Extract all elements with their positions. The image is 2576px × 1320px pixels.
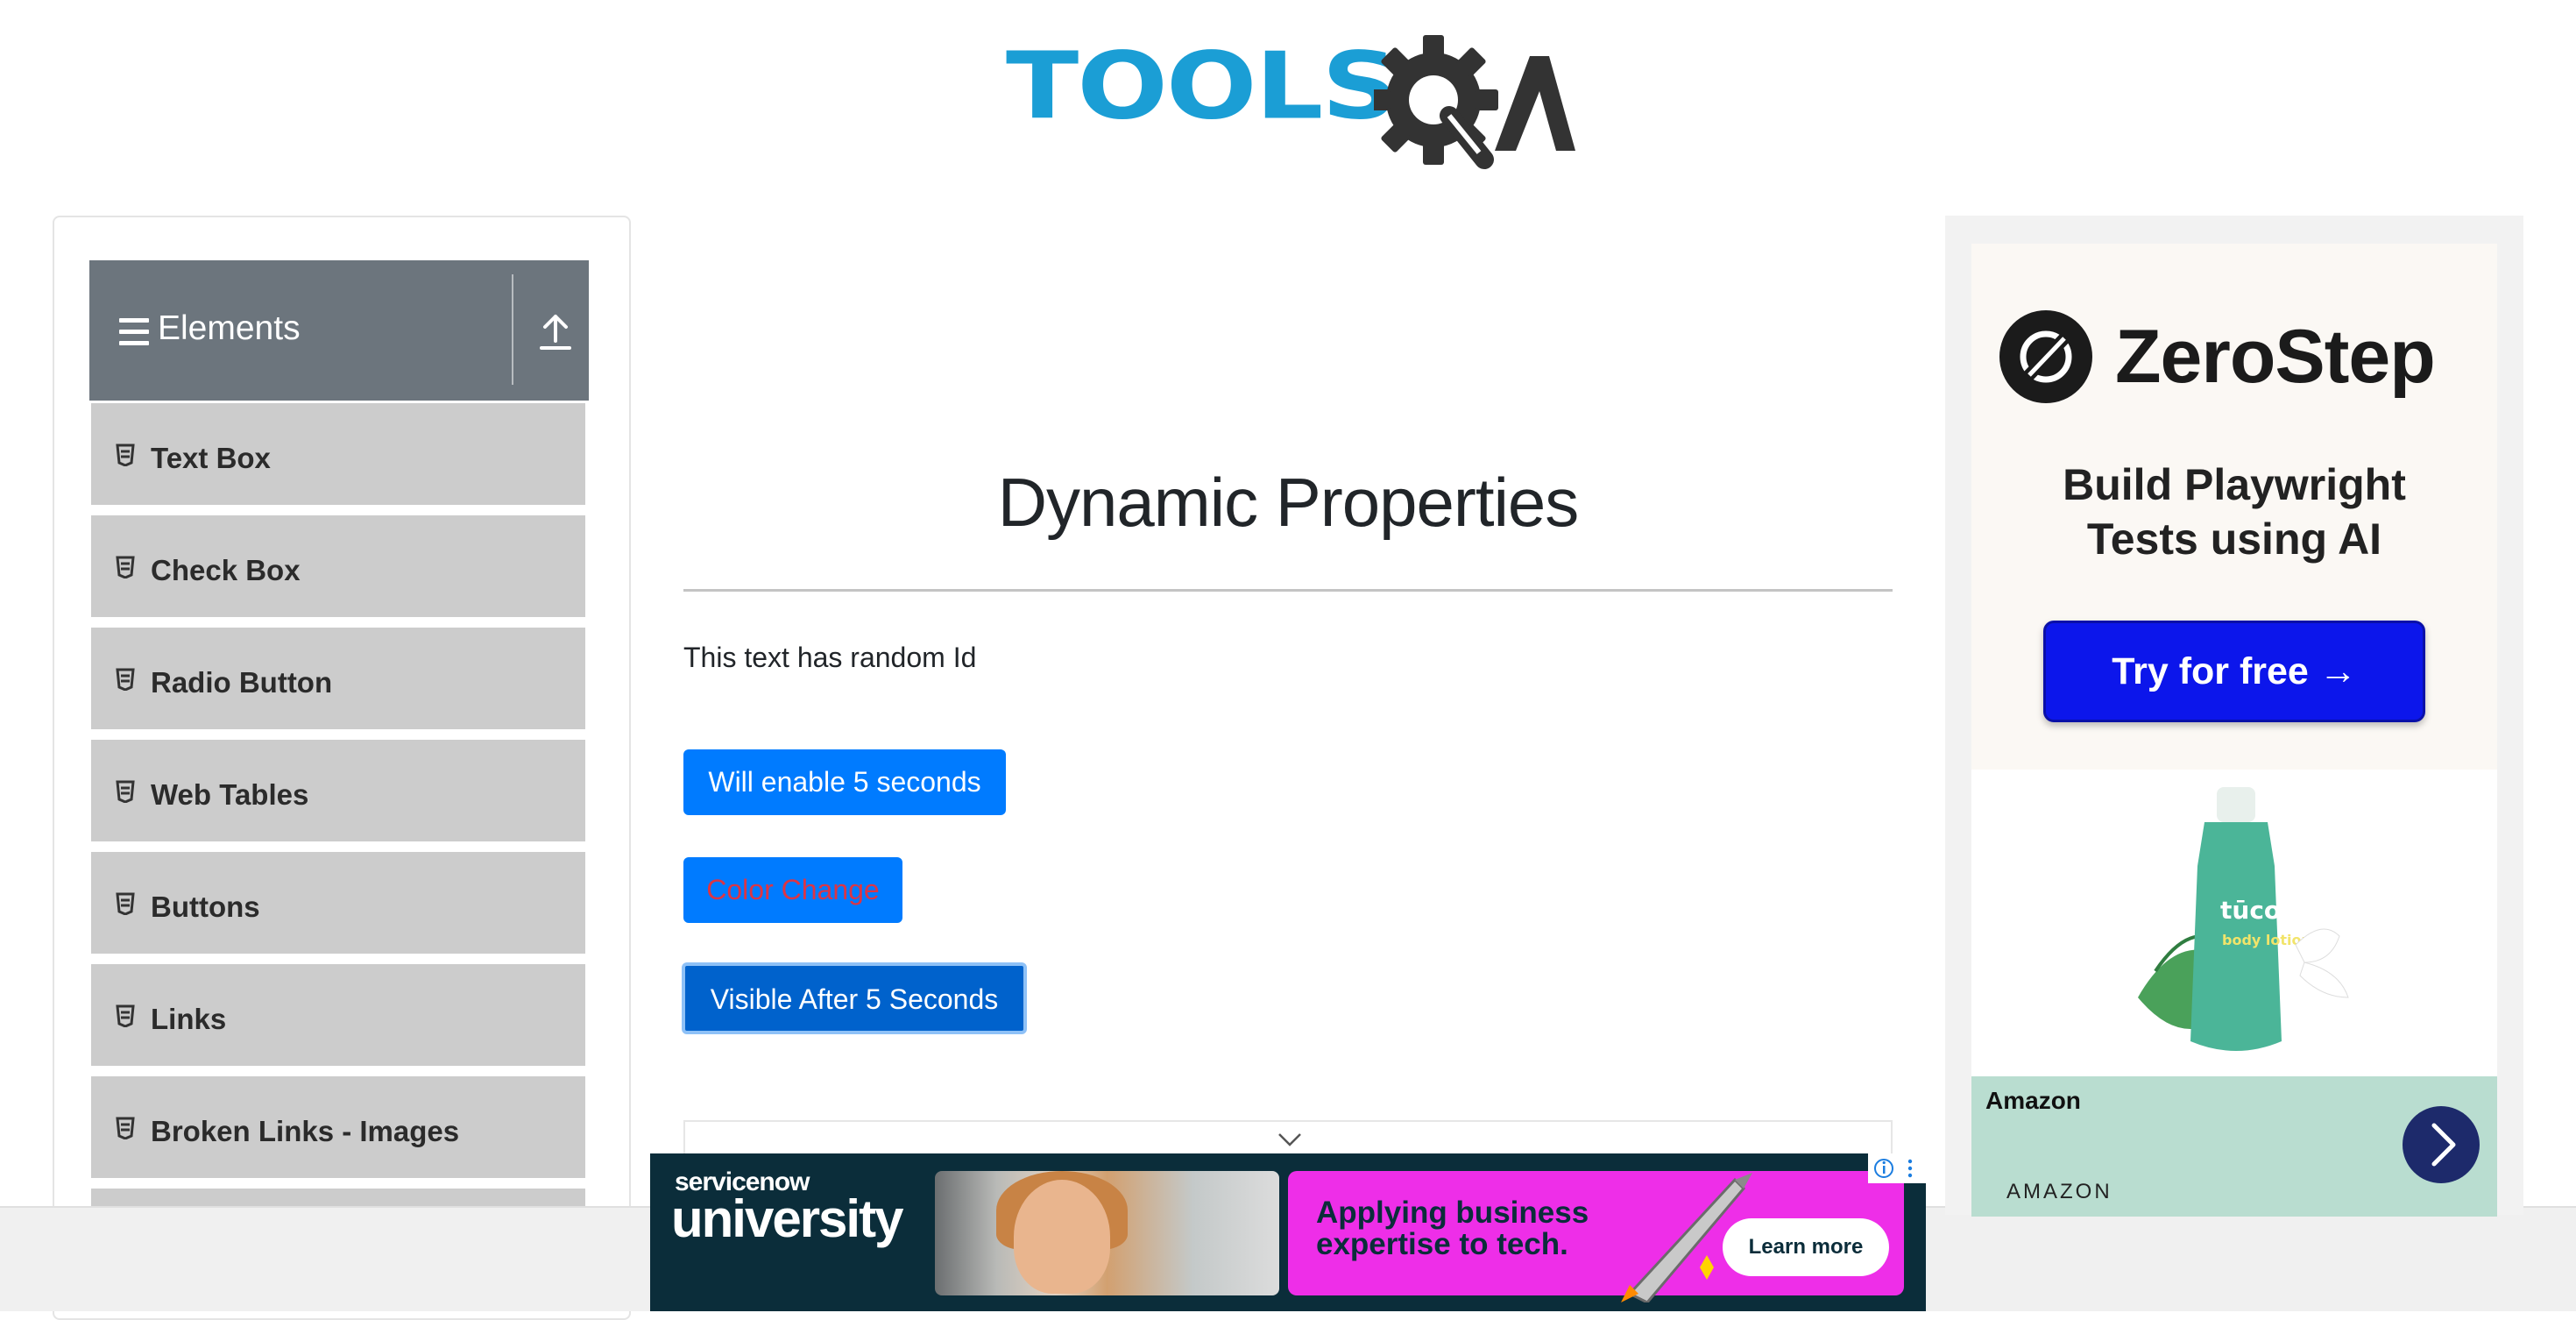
logo-qa-icon	[1374, 35, 1575, 169]
hamburger-icon	[119, 318, 149, 346]
list-icon	[116, 780, 135, 803]
sidebar-item-label: Links	[151, 1003, 227, 1035]
logo-text: TOOLS	[1006, 32, 1398, 140]
group-title: Elements	[158, 309, 301, 347]
sidebar-item-text-box[interactable]: Text Box	[91, 403, 585, 510]
list-icon	[116, 1117, 135, 1139]
next-arrow-button[interactable]	[2403, 1106, 2480, 1183]
adchoices-icon[interactable]	[1868, 1153, 1926, 1183]
ad-message: Applying business expertise to tech.	[1316, 1196, 1589, 1261]
ad-tagline: Build Playwright Tests using AI	[2063, 460, 2406, 564]
random-id-text: This text has random Id	[683, 642, 977, 673]
list-icon	[116, 1004, 135, 1027]
elements-group-header[interactable]: Elements	[89, 260, 589, 401]
sidebar-item-links[interactable]: Links	[91, 964, 585, 1071]
learn-more-button[interactable]: Learn more	[1723, 1218, 1889, 1276]
sidebar-item-label: Check Box	[151, 554, 301, 586]
ad-brand: ZeroStep	[2115, 315, 2436, 399]
advertiser-source: AMAZON	[2006, 1180, 2112, 1203]
upload-icon[interactable]	[536, 311, 575, 353]
list-icon	[116, 444, 135, 466]
list-icon	[116, 556, 135, 578]
page-title: Dynamic Properties	[997, 464, 1580, 541]
zerostep-ad[interactable]: ZeroStep Build Playwright Tests using AI…	[1971, 244, 2497, 770]
sidebar-item-label: Web Tables	[151, 778, 309, 811]
sidebar-item-radio-button[interactable]: Radio Button	[91, 628, 585, 735]
sidebar-item-label: Radio Button	[151, 666, 333, 699]
sidebar-item-buttons[interactable]: Buttons	[91, 852, 585, 959]
ad-photo	[935, 1171, 1279, 1295]
advertiser-name: Amazon	[1985, 1087, 2081, 1114]
chevron-down-icon[interactable]	[1277, 1131, 1303, 1148]
sidebar-item-web-tables[interactable]: Web Tables	[91, 740, 585, 847]
zerostep-logo-icon	[1999, 310, 2092, 403]
site-logo[interactable]: TOOLS	[1006, 25, 1575, 169]
ad-footer: Amazon AMAZON	[1971, 1076, 2497, 1217]
arrow-right-icon	[2431, 1123, 2456, 1167]
title-divider	[683, 589, 1893, 592]
sidebar-item-label: Broken Links - Images	[151, 1115, 460, 1147]
sidebar-item-broken-links[interactable]: Broken Links - Images	[91, 1076, 585, 1183]
sidebar-item-label: Buttons	[151, 891, 260, 923]
amazon-ad[interactable]: tūco body lotion Amazon AMAZON	[1971, 770, 2497, 1217]
sidebar-item-label: Text Box	[151, 442, 271, 474]
header-divider	[512, 274, 513, 385]
try-for-free-button[interactable]: Try for free →	[2043, 621, 2425, 722]
ad-brand-big: university	[671, 1189, 903, 1248]
list-icon	[116, 892, 135, 915]
enable-after-button[interactable]: Will enable 5 seconds	[683, 749, 1006, 815]
product-label: tūco	[2220, 896, 2281, 925]
sidebar-item-check-box[interactable]: Check Box	[91, 515, 585, 622]
visible-after-button[interactable]: Visible After 5 Seconds	[682, 962, 1027, 1034]
bottom-banner-ad[interactable]: servicenow university Applying business e…	[650, 1153, 1926, 1311]
color-change-button[interactable]: Color Change	[683, 857, 902, 923]
ad-message-panel: Applying business expertise to tech. Lear…	[1288, 1171, 1904, 1302]
product-image: tūco body lotion	[2138, 787, 2349, 1051]
list-icon	[116, 668, 135, 691]
